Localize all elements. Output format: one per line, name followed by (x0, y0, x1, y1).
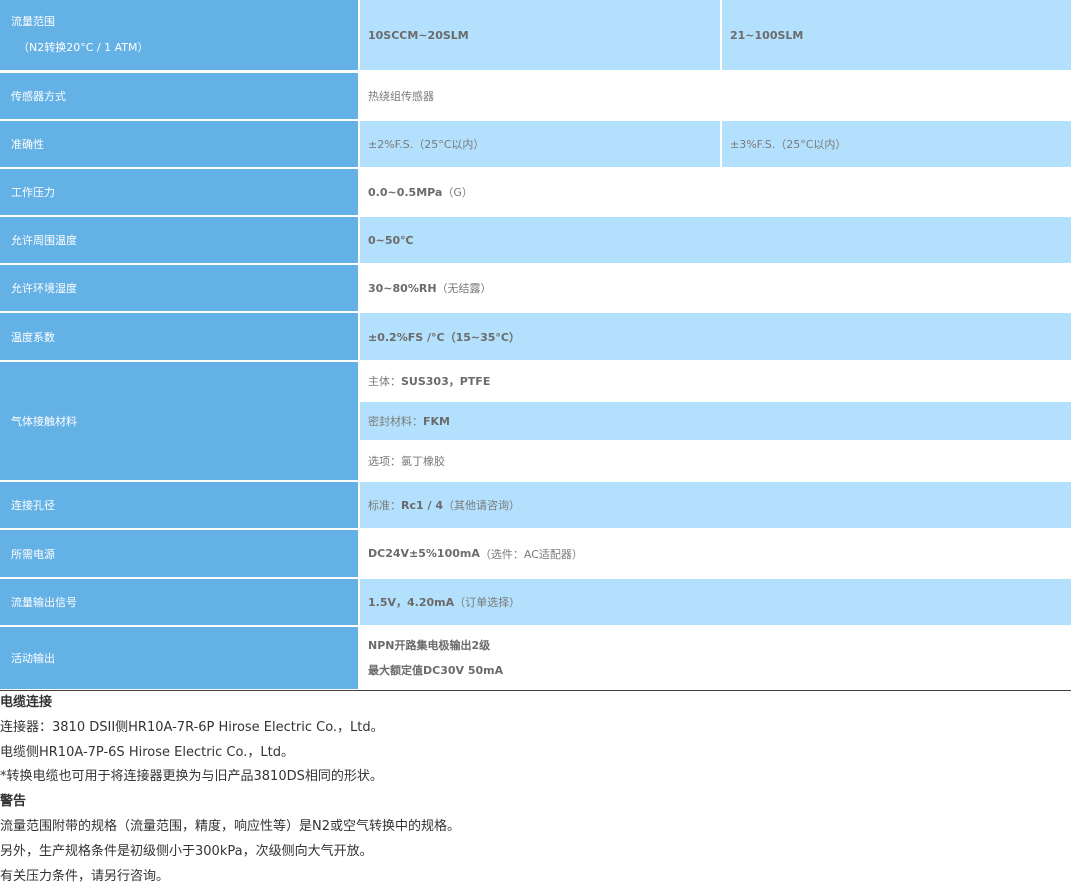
row-label-power-supply: 所需电源 (0, 530, 358, 577)
cable-connection-heading: 电缆连接 (0, 695, 53, 710)
ambient-humidity-value: 30~80%RH （无结露） (360, 265, 1071, 311)
flow-output-value: 1.5V，4.20mA （订单选择） (360, 579, 1071, 625)
row-label-port-size: 连接孔径 (0, 482, 358, 528)
flow-range-value-b: 21~100SLM (722, 0, 1071, 70)
wetted-seal-value: FKM (423, 414, 450, 428)
row-label-working-pressure: 工作压力 (0, 169, 358, 215)
accuracy-value-b: ±3%F.S.（25°C以内） (722, 121, 1071, 167)
wetted-body-value: SUS303，PTFE (401, 375, 491, 388)
row-label-wetted-materials: 气体接触材料 (0, 362, 358, 480)
warning-heading: 警告 (0, 794, 27, 810)
notes-section: 电缆连接 连接器：3810 DSII侧HR10A-7R-6P Hirose El… (0, 691, 1071, 889)
working-pressure-value: 0.0~0.5MPa （G） (360, 169, 1071, 215)
wetted-materials-seal: 密封材料： FKM (360, 402, 1071, 440)
working-pressure-range: 0.0~0.5MPa (368, 185, 443, 199)
wetted-materials-option: 选项：氯丁橡胶 (360, 442, 1071, 480)
flow-range-condition: （N2转换20°C / 1 ATM） (18, 41, 149, 54)
alarm-output-value: NPN开路集电极输出2级 最大额定值DC30V 50mA (360, 627, 1071, 689)
flow-output-spec: 1.5V，4.20mA (368, 596, 455, 609)
row-label-temperature-coefficient: 温度系数 (0, 313, 358, 360)
alarm-output-line1: NPN开路集电极输出2级 (368, 639, 491, 652)
ambient-humidity-note: （无结露） (436, 282, 492, 295)
ambient-temperature-value: 0~50℃ (360, 217, 1071, 263)
ambient-humidity-range: 30~80%RH (368, 281, 437, 295)
port-size-value: 标准： Rc1 / 4 （其他请咨询） (360, 482, 1071, 528)
power-supply-option: （选件：AC适配器） (479, 547, 583, 561)
power-supply-value: DC24V±5%100mA （选件：AC适配器） (360, 530, 1071, 577)
wetted-materials-body: 主体： SUS303，PTFE (360, 362, 1071, 400)
row-label-ambient-temperature: 允许周围温度 (0, 217, 358, 263)
temperature-coefficient-value: ±0.2%FS /°C（15~35°C） (360, 313, 1071, 360)
flow-range-value-a: 10SCCM~20SLM (360, 0, 720, 70)
accuracy-value-a: ±2%F.S.（25°C以内） (360, 121, 720, 167)
port-size-standard: Rc1 / 4 (401, 498, 443, 512)
wetted-body-prefix: 主体： (368, 375, 401, 388)
cable-line: 电缆侧HR10A-7P-6S Hirose Electric Co.，Ltd。 (0, 744, 294, 760)
row-label-ambient-humidity: 允许环境湿度 (0, 265, 358, 311)
sensor-type-value: 热绕组传感器 (360, 73, 1071, 119)
row-label-flow-range: 流量范围 （N2转换20°C / 1 ATM） (0, 0, 358, 70)
flow-output-note: （订单选择） (454, 596, 521, 609)
port-size-suffix: （其他请咨询） (442, 499, 520, 512)
spec-table: 流量范围 （N2转换20°C / 1 ATM） 10SCCM~20SLM 21~… (0, 0, 1071, 691)
warning-line-2: 另外，生产规格条件是初级侧小于300kPa，次级侧向大气开放。 (0, 843, 373, 859)
row-label-flow-output: 流量输出信号 (0, 579, 358, 625)
conversion-cable-line: *转换电缆也可用于将连接器更换为与旧产品3810DS相同的形状。 (0, 769, 383, 785)
wetted-seal-prefix: 密封材料： (368, 415, 423, 428)
row-label-sensor-type: 传感器方式 (0, 73, 358, 119)
working-pressure-unit: （G） (442, 186, 473, 199)
warning-line-3: 有关压力条件，请另行咨询。 (0, 868, 170, 884)
power-supply-spec: DC24V±5%100mA (368, 547, 480, 560)
port-size-prefix: 标准： (368, 499, 401, 512)
alarm-output-line2: 最大额定值DC30V 50mA (368, 664, 504, 677)
warning-line-1: 流量范围附带的规格（流量范围，精度，响应性等）是N2或空气转换中的规格。 (0, 818, 460, 834)
connector-line: 连接器：3810 DSII侧HR10A-7R-6P Hirose Electri… (0, 719, 384, 735)
row-label-accuracy: 准确性 (0, 121, 358, 167)
flow-range-label: 流量范围 (11, 15, 55, 28)
row-label-alarm-output: 活动输出 (0, 627, 358, 689)
